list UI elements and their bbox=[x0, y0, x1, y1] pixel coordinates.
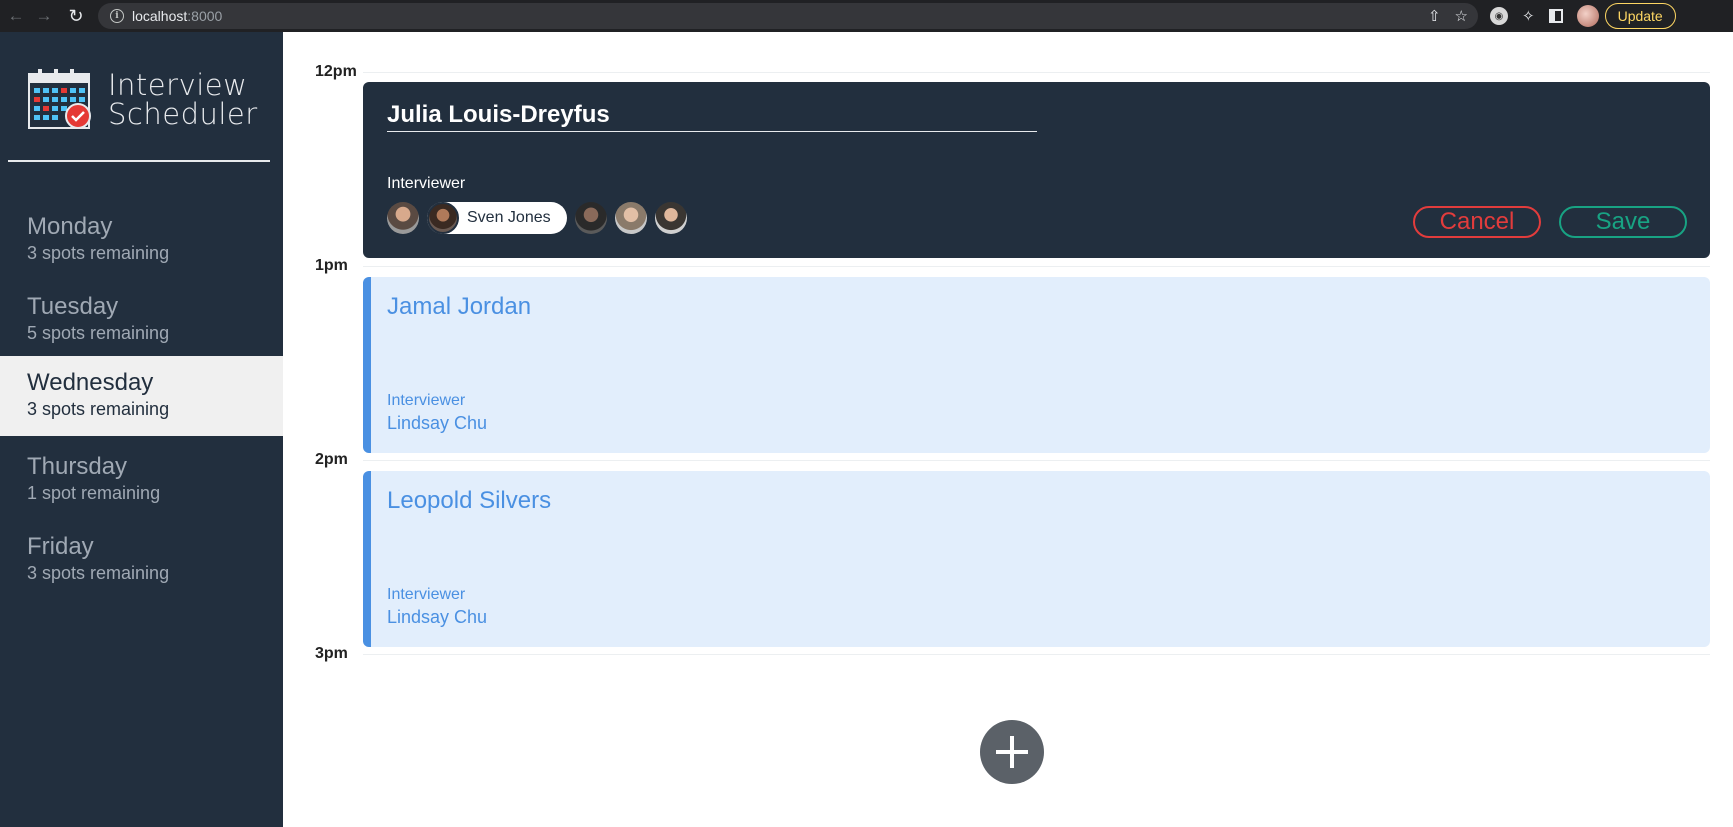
share-icon[interactable]: ⇧ bbox=[1428, 7, 1441, 25]
browser-toolbar: ← → ↻ i localhost:8000 ⇧ ☆ ◉ ✧ Update bbox=[0, 0, 1733, 32]
appointment-interviewer-label: Interviewer bbox=[387, 392, 466, 409]
time-slot-label: 12pm bbox=[315, 63, 357, 80]
interviewer-avatar bbox=[427, 202, 459, 234]
url-port: :8000 bbox=[187, 8, 223, 24]
back-arrow-icon[interactable]: ← bbox=[4, 4, 28, 28]
appointment-interviewer-name: Lindsay Chu bbox=[387, 607, 488, 627]
student-name-input[interactable]: Julia Louis-Dreyfus bbox=[387, 100, 1037, 132]
interviewer-list-label: Interviewer bbox=[387, 175, 466, 192]
interviewer-avatar bbox=[654, 202, 687, 234]
interviewer-option-selected[interactable]: Sven Jones bbox=[427, 202, 567, 234]
interviewer-option[interactable] bbox=[614, 202, 647, 234]
url-host: localhost bbox=[132, 8, 188, 24]
plus-icon bbox=[996, 736, 1028, 768]
selected-interviewer-name: Sven Jones bbox=[467, 209, 551, 226]
info-icon[interactable]: i bbox=[110, 9, 124, 23]
schedule: 12pm Julia Louis-Dreyfus Interviewer Sve… bbox=[283, 32, 1733, 827]
interviewer-option[interactable] bbox=[654, 202, 687, 234]
appointment-card[interactable]: Leopold Silvers Interviewer Lindsay Chu bbox=[363, 471, 1710, 647]
appointment-card[interactable]: Jamal Jordan Interviewer Lindsay Chu bbox=[363, 277, 1710, 453]
reload-icon[interactable]: ↻ bbox=[64, 4, 88, 28]
day-name: Monday bbox=[27, 213, 113, 240]
day-item-friday[interactable]: Friday 3 spots remaining bbox=[0, 520, 283, 600]
bookmark-star-icon[interactable]: ☆ bbox=[1455, 7, 1468, 25]
day-spots: 1 spot remaining bbox=[27, 483, 161, 503]
forward-arrow-icon[interactable]: → bbox=[32, 4, 56, 28]
time-slot-label: 3pm bbox=[315, 645, 348, 662]
cancel-button[interactable]: Cancel bbox=[1413, 206, 1541, 238]
day-name: Thursday bbox=[27, 453, 128, 480]
appointment-student: Leopold Silvers bbox=[387, 487, 552, 514]
appointment-student: Jamal Jordan bbox=[387, 293, 532, 320]
update-button[interactable]: Update bbox=[1604, 3, 1676, 29]
interviewer-option[interactable] bbox=[574, 202, 607, 234]
day-spots: 5 spots remaining bbox=[27, 323, 170, 343]
day-item-thursday[interactable]: Thursday 1 spot remaining bbox=[0, 440, 283, 520]
day-spots: 3 spots remaining bbox=[27, 243, 170, 263]
day-item-wednesday[interactable]: Wednesday 3 spots remaining bbox=[0, 356, 283, 436]
side-panel-icon[interactable] bbox=[1548, 9, 1563, 23]
day-spots: 3 spots remaining bbox=[27, 563, 170, 583]
interviewer-option[interactable] bbox=[387, 202, 419, 234]
day-spots: 3 spots remaining bbox=[27, 399, 170, 419]
app-title-line1: Interview bbox=[108, 68, 248, 102]
day-name: Tuesday bbox=[27, 293, 119, 320]
time-slot-label: 1pm bbox=[315, 257, 348, 274]
calendar-logo-icon bbox=[28, 69, 91, 129]
interviewer-avatar bbox=[574, 202, 607, 234]
address-bar[interactable]: i localhost:8000 ⇧ ☆ bbox=[98, 3, 1478, 29]
day-item-tuesday[interactable]: Tuesday 5 spots remaining bbox=[0, 280, 283, 360]
app-title-line2: Scheduler bbox=[108, 97, 258, 131]
interviewer-avatar bbox=[387, 202, 419, 234]
interviewer-avatar bbox=[614, 202, 647, 234]
interviewer-list: Sven Jones bbox=[387, 202, 695, 234]
time-divider bbox=[363, 654, 1710, 655]
logo: Interview Scheduler bbox=[28, 68, 258, 130]
extension-owl-icon[interactable]: ◉ bbox=[1490, 7, 1508, 25]
sidebar: Interview Scheduler Monday 3 spots remai… bbox=[0, 32, 283, 827]
time-divider bbox=[363, 460, 1710, 461]
app-title: Interview Scheduler bbox=[108, 71, 258, 129]
time-slot-label: 2pm bbox=[315, 451, 348, 468]
time-divider bbox=[363, 266, 1710, 267]
day-name: Friday bbox=[27, 533, 94, 560]
time-divider bbox=[363, 72, 1710, 73]
sidebar-divider bbox=[8, 160, 270, 162]
appointment-interviewer-name: Lindsay Chu bbox=[387, 413, 488, 433]
profile-avatar[interactable] bbox=[1576, 5, 1599, 27]
add-appointment-button[interactable] bbox=[980, 720, 1044, 784]
day-item-monday[interactable]: Monday 3 spots remaining bbox=[0, 200, 283, 280]
day-name: Wednesday bbox=[27, 369, 154, 396]
url-text[interactable]: localhost:8000 bbox=[132, 8, 222, 24]
save-button[interactable]: Save bbox=[1559, 206, 1687, 238]
appointment-interviewer-label: Interviewer bbox=[387, 586, 466, 603]
appointment-form: Julia Louis-Dreyfus Interviewer Sven Jon… bbox=[363, 82, 1710, 258]
extensions-puzzle-icon[interactable]: ✧ bbox=[1522, 7, 1535, 25]
